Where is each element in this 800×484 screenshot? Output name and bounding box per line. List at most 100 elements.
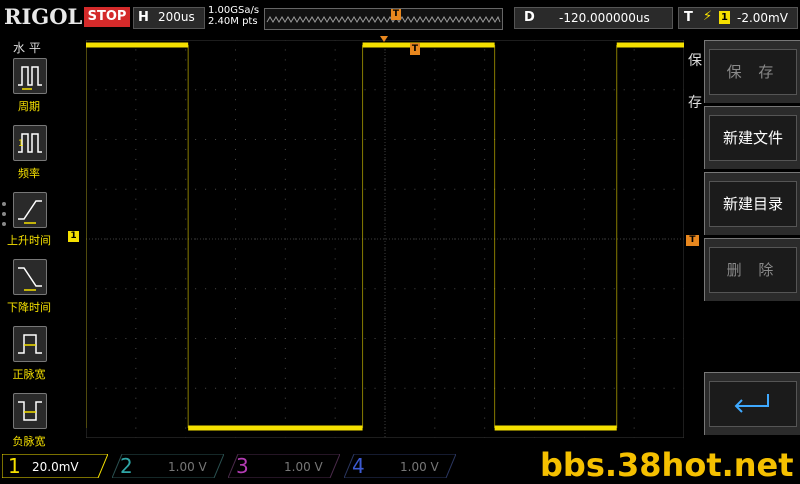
grid-dot xyxy=(414,89,416,91)
grid-dot xyxy=(264,288,266,290)
grid-dot xyxy=(384,308,386,310)
period-button[interactable] xyxy=(13,58,47,94)
left-measure-menu: 水 平 周期 1 频率 上升时间 下降时间 正脉宽 负脉宽 xyxy=(0,34,58,452)
grid-dot xyxy=(484,308,486,310)
grid-dot xyxy=(434,407,436,409)
channel-1-status[interactable]: 1 20.0mV xyxy=(2,454,108,478)
negative-width-button[interactable] xyxy=(13,393,47,429)
grid-dot xyxy=(284,208,286,210)
grid-dot xyxy=(414,238,416,240)
channel-4-number: 4 xyxy=(352,454,365,478)
grid-dot xyxy=(663,89,665,91)
grid-dot xyxy=(573,89,575,91)
memory-overview-strip[interactable]: T xyxy=(264,8,503,30)
grid-dot xyxy=(185,278,187,280)
channel-4-status[interactable]: 4 1.00 V xyxy=(344,454,456,478)
grid-dot xyxy=(175,139,177,140)
trigger-offset-marker[interactable]: T xyxy=(410,43,420,55)
grid-dot xyxy=(583,109,585,111)
grid-dot xyxy=(583,158,585,160)
grid-dot xyxy=(573,338,575,339)
grid-dot xyxy=(135,357,137,359)
grid-dot xyxy=(484,198,486,200)
grid-dot xyxy=(254,89,256,91)
grid-dot xyxy=(165,139,167,140)
grid-dot xyxy=(484,397,486,399)
rise-time-button[interactable] xyxy=(13,192,47,228)
grid-dot xyxy=(583,208,585,210)
grid-dot xyxy=(573,188,575,190)
grid-dot xyxy=(235,238,236,240)
frequency-button[interactable]: 1 xyxy=(13,125,47,161)
grid-dot xyxy=(633,158,635,160)
grid-dot xyxy=(294,288,296,290)
grid-dot xyxy=(125,338,127,339)
channel-3-status[interactable]: 3 1.00 V xyxy=(228,454,340,478)
new-file-button[interactable]: 新建文件 xyxy=(704,106,800,169)
grid-dot xyxy=(334,248,336,250)
grid-dot xyxy=(235,318,236,320)
fall-time-button[interactable] xyxy=(13,259,47,295)
grid-dot xyxy=(135,198,137,200)
delete-button[interactable]: 删 除 xyxy=(704,238,800,301)
grid-dot xyxy=(474,288,476,290)
grid-dot xyxy=(284,158,286,160)
grid-dot xyxy=(404,89,406,91)
grid-dot xyxy=(185,417,187,419)
grid-dot xyxy=(504,387,506,389)
grid-dot xyxy=(175,288,177,290)
grid-dot xyxy=(514,89,516,91)
new-folder-button[interactable]: 新建目录 xyxy=(704,172,800,235)
grid-dot xyxy=(185,397,187,399)
negative-width-icon xyxy=(18,401,42,421)
grid-dot xyxy=(135,338,137,339)
grid-dot xyxy=(225,238,227,240)
delay-box[interactable]: D -120.000000us xyxy=(514,7,673,29)
grid-dot xyxy=(583,258,585,260)
grid-dot xyxy=(274,139,276,140)
grid-dot xyxy=(185,168,187,170)
grid-dot xyxy=(235,258,236,260)
grid-dot xyxy=(225,139,227,140)
grid-dot xyxy=(254,338,256,339)
grid-dot xyxy=(384,59,386,61)
channel-2-status[interactable]: 2 1.00 V xyxy=(112,454,224,478)
grid-dot xyxy=(105,89,107,91)
save-button-label: 保 存 xyxy=(709,49,797,95)
grid-dot xyxy=(155,89,157,91)
grid-dot xyxy=(105,288,107,290)
grid-dot xyxy=(334,178,336,180)
grid-dot xyxy=(185,437,187,438)
grid-dot xyxy=(294,238,296,240)
grid-dot xyxy=(534,198,535,200)
grid-dot xyxy=(334,318,336,320)
grid-dot xyxy=(653,387,655,389)
grid-dot xyxy=(324,139,326,140)
grid-dot xyxy=(284,407,286,409)
grid-dot xyxy=(284,367,286,369)
grid-dot xyxy=(314,188,316,190)
grid-dot xyxy=(235,248,236,250)
return-button[interactable] xyxy=(704,372,800,435)
grid-dot xyxy=(683,89,684,91)
return-button-face xyxy=(709,381,797,427)
grid-dot xyxy=(384,437,386,438)
save-button[interactable]: 保 存 xyxy=(704,40,800,103)
horizontal-timebase-box[interactable]: H 200us xyxy=(133,7,205,29)
grid-dot xyxy=(434,178,436,180)
waveform-display[interactable] xyxy=(86,40,684,438)
grid-dot xyxy=(484,69,486,71)
channel-1-offset-marker[interactable]: 1 xyxy=(68,231,79,242)
run-stop-indicator[interactable]: STOP xyxy=(84,7,130,27)
grid-dot xyxy=(534,119,535,121)
grid-dot xyxy=(334,397,336,399)
grid-dot xyxy=(424,188,426,190)
grid-dot xyxy=(474,139,476,140)
grid-dot xyxy=(135,318,137,320)
trigger-box[interactable]: T ⚡ 1 -2.00mV xyxy=(678,7,798,29)
grid-dot xyxy=(633,168,635,170)
grid-dot xyxy=(613,188,615,190)
positive-width-button[interactable] xyxy=(13,326,47,362)
grid-dot xyxy=(663,338,665,339)
channel-1-scale: 20.0mV xyxy=(32,460,79,474)
